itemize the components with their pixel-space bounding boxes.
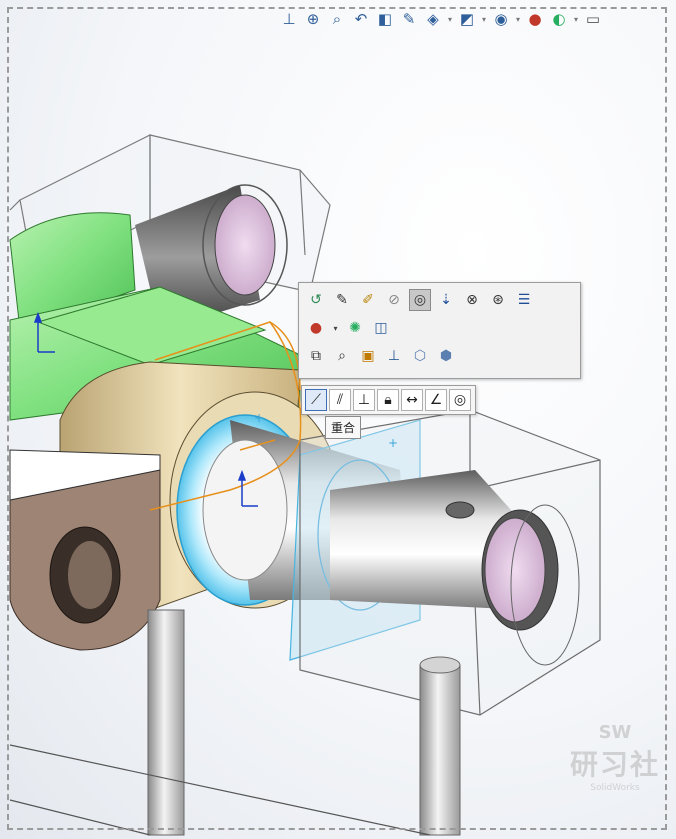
select-other-icon[interactable]: ▣ <box>357 345 379 367</box>
view-orientation-icon[interactable]: ◈ <box>422 7 444 31</box>
lock-icon[interactable]: 🔒︎ <box>377 389 399 411</box>
hide-components-icon[interactable]: ⊘ <box>383 289 405 311</box>
mate-icon[interactable]: ⊗ <box>461 289 483 311</box>
graphics-area[interactable]: + + ⊥ ⊕ ⌕ ↶ ◧ ✎ ◈ ▾ ◩ ▾ ◉ ▾ ● ◐ ▾ ▭ ↺ ✎ … <box>0 0 676 839</box>
view-face-icon[interactable]: ⬡ <box>409 345 431 367</box>
edit-sketch-icon[interactable]: ✎ <box>331 289 353 311</box>
display-style-dropdown-icon[interactable]: ▾ <box>480 7 488 31</box>
component-display-icon[interactable]: ⊛ <box>487 289 509 311</box>
edit-part-icon[interactable]: ✐ <box>357 289 379 311</box>
change-transparency-icon[interactable]: ◎ <box>409 289 431 311</box>
angle-icon[interactable]: ∠ <box>425 389 447 411</box>
zoom-to-area-icon[interactable]: ⌕ <box>326 7 348 31</box>
hide-show-items-icon[interactable]: ◉ <box>490 7 512 31</box>
view-orientation-dropdown-icon[interactable]: ▾ <box>446 7 454 31</box>
relation-tooltip: 重合 <box>325 416 362 439</box>
perpendicular-icon[interactable]: ⊥ <box>353 389 375 411</box>
zoom-icon[interactable]: ⌕ <box>331 345 353 367</box>
mauve-link-arm[interactable] <box>9 449 161 651</box>
watermark-line1: SW <box>598 722 632 743</box>
context-toolbar: ↺ ✎ ✐ ⊘ ◎ ⇣ ⊗ ⊛ ☰ ● ▾ ✺ ◫ ⧉ ⌕ ▣ ⊥ ⬡ ⬢ <box>298 282 581 379</box>
properties-icon[interactable]: ☰ <box>513 289 535 311</box>
zoom-to-selection-icon[interactable]: ⧉ <box>305 345 327 367</box>
material-icon[interactable]: ◫ <box>370 317 392 339</box>
relations-toolbar: ⟋ ⫽ ⊥ 🔒︎ ↔ ∠ ◎ <box>301 385 476 415</box>
watermark-logo: SW 研习社 SolidWorks <box>560 722 670 822</box>
previous-view-icon[interactable]: ↶ <box>350 7 372 31</box>
appearance-icon[interactable]: ● <box>305 317 327 339</box>
isolate-icon[interactable]: ⇣ <box>435 289 457 311</box>
dynamic-annotation-icon[interactable]: ✎ <box>398 7 420 31</box>
appearance-dropdown-icon[interactable]: ▾ <box>331 317 340 339</box>
view-part-icon[interactable]: ⬢ <box>435 345 457 367</box>
base-plate[interactable] <box>9 744 431 836</box>
watermark-line3: SolidWorks <box>590 783 640 793</box>
edit-feature-icon[interactable]: ↺ <box>305 289 327 311</box>
zoom-to-fit-icon[interactable]: ⊕ <box>302 7 324 31</box>
section-view-icon[interactable]: ◧ <box>374 7 396 31</box>
watermark-line2: 研习社 <box>569 748 660 781</box>
display-style-icon[interactable]: ◩ <box>456 7 478 31</box>
hide-show-dropdown-icon[interactable]: ▾ <box>514 7 522 31</box>
apply-scene-dropdown-icon[interactable]: ▾ <box>572 7 580 31</box>
coincident-icon[interactable]: ⟋ <box>305 389 327 411</box>
heads-up-view-toolbar: ⊥ ⊕ ⌕ ↶ ◧ ✎ ◈ ▾ ◩ ▾ ◉ ▾ ● ◐ ▾ ▭ <box>278 4 604 34</box>
edit-appearance-icon[interactable]: ● <box>524 7 546 31</box>
distance-icon[interactable]: ↔ <box>401 389 423 411</box>
normal-to-icon[interactable]: ⊥ <box>383 345 405 367</box>
monitor-icon[interactable]: ▭ <box>582 7 604 31</box>
plane-origin-marker: + <box>388 436 398 450</box>
normal-to-icon[interactable]: ⊥ <box>278 7 300 31</box>
appearance-callout-icon[interactable]: ✺ <box>344 317 366 339</box>
concentric-icon[interactable]: ◎ <box>449 389 471 411</box>
plane-origin-marker: + <box>254 411 264 425</box>
apply-scene-icon[interactable]: ◐ <box>548 7 570 31</box>
parallel-icon[interactable]: ⫽ <box>329 389 351 411</box>
